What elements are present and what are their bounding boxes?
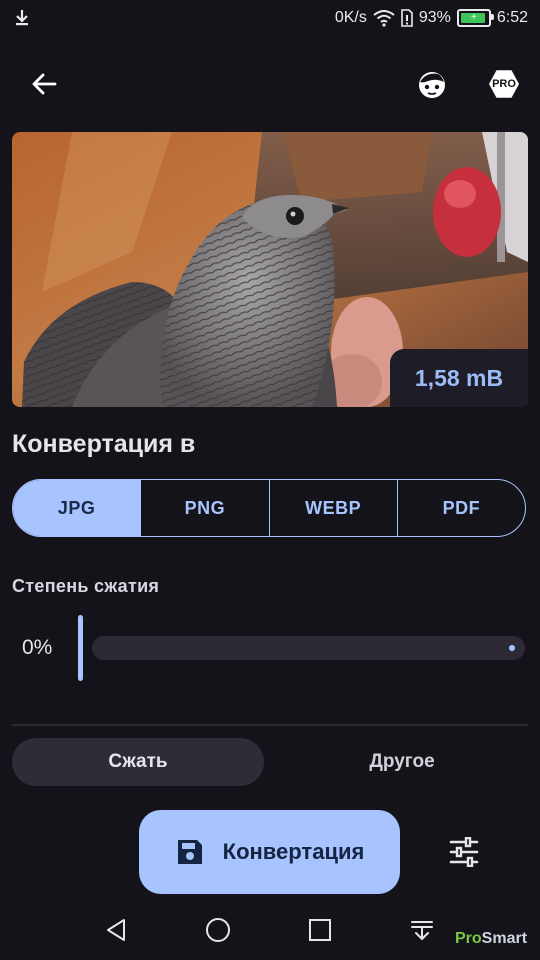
pro-button[interactable]: PRO: [482, 62, 526, 106]
compression-value: 0%: [22, 636, 53, 659]
compression-label: Степень сжатия: [12, 576, 160, 596]
convert-section-title: Конвертация в: [12, 430, 196, 458]
nav-notifications-button[interactable]: [406, 914, 438, 946]
format-option-png[interactable]: PNG: [140, 480, 268, 536]
triangle-back-icon: [107, 919, 125, 941]
battery-icon: +: [456, 9, 494, 27]
download-icon: [16, 10, 28, 26]
status-bar: 0K/s 93% + 6:52: [0, 0, 540, 36]
face-icon: [419, 72, 445, 98]
compression-slider-handle[interactable]: [78, 615, 83, 681]
file-size-badge: 1,58 mB: [390, 349, 528, 407]
slider-end-dot: [509, 645, 515, 651]
arrow-left-icon: [32, 73, 57, 95]
pro-badge-icon: PRO: [489, 70, 519, 98]
settings-button[interactable]: [440, 828, 488, 876]
back-button[interactable]: [22, 62, 66, 106]
circle-home-icon: [206, 918, 230, 942]
format-option-jpg[interactable]: JPG: [13, 480, 141, 536]
tab-compress[interactable]: Сжать: [12, 738, 264, 786]
clock: 6:52: [496, 9, 528, 26]
divider: [12, 724, 528, 726]
tune-icon: [449, 837, 479, 867]
format-option-webp[interactable]: WEBP: [268, 480, 397, 536]
battery-percent: 93%: [418, 9, 451, 26]
network-speed: 0K/s: [334, 9, 367, 26]
save-icon: [177, 840, 202, 864]
wifi-icon: [373, 10, 395, 27]
nav-back-button[interactable]: [100, 914, 132, 946]
nav-recents-button[interactable]: [304, 914, 336, 946]
tab-other[interactable]: Другое: [276, 738, 528, 786]
sim-card-icon: [401, 9, 413, 27]
square-recents-icon: [309, 919, 331, 941]
feedback-button[interactable]: [410, 62, 454, 106]
convert-button-label: Конвертация: [222, 839, 365, 864]
pull-down-icon: [411, 921, 433, 941]
compression-slider[interactable]: [92, 636, 525, 660]
nav-home-button[interactable]: [202, 914, 234, 946]
format-selector: JPG PNG WEBP PDF: [12, 479, 526, 537]
format-option-pdf[interactable]: PDF: [396, 480, 525, 536]
convert-button[interactable]: Конвертация: [139, 810, 400, 894]
mode-tabs: Сжать Другое: [12, 738, 528, 786]
watermark-logo: ProSmart: [455, 930, 528, 947]
image-preview[interactable]: 1,58 mB: [12, 132, 528, 407]
